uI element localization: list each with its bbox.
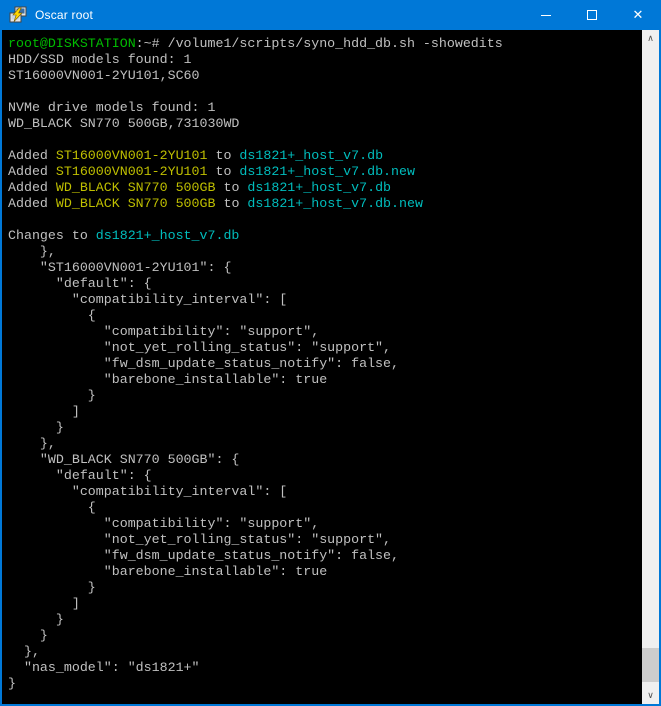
terminal-line: } [8,580,642,596]
scrollbar[interactable]: ∧ ∨ [642,30,659,704]
terminal-line: }, [8,436,642,452]
maximize-button[interactable] [569,0,615,30]
terminal-line: } [8,420,642,436]
terminal-line: NVMe drive models found: 1 [8,100,642,116]
terminal-line: root@DISKSTATION:~# /volume1/scripts/syn… [8,36,642,52]
terminal-line: "nas_model": "ds1821+" [8,660,642,676]
terminal-line: Added ST16000VN001-2YU101 to ds1821+_hos… [8,148,642,164]
putty-app-icon[interactable] [9,6,27,24]
terminal-line: "default": { [8,468,642,484]
scroll-down-button[interactable]: ∨ [642,687,659,704]
terminal-line: }, [8,244,642,260]
terminal-line [8,212,642,228]
terminal-line: "ST16000VN001-2YU101": { [8,260,642,276]
terminal-line: "barebone_installable": true [8,564,642,580]
chevron-down-icon: ∨ [647,691,654,701]
terminal-line: ] [8,596,642,612]
terminal-line: } [8,612,642,628]
terminal-line: { [8,308,642,324]
terminal-line [8,84,642,100]
terminal-line: "not_yet_rolling_status": "support", [8,532,642,548]
terminal-line: "compatibility_interval": [ [8,292,642,308]
scroll-up-button[interactable]: ∧ [642,30,659,47]
terminal-line: "compatibility": "support", [8,324,642,340]
chevron-up-icon: ∧ [647,34,654,44]
terminal-line: "barebone_installable": true [8,372,642,388]
terminal-line: Added WD_BLACK SN770 500GB to ds1821+_ho… [8,180,642,196]
window-title: Oscar root [35,8,523,22]
minimize-icon [541,15,551,16]
terminal-line: Added ST16000VN001-2YU101 to ds1821+_hos… [8,164,642,180]
terminal-line: WD_BLACK SN770 500GB,731030WD [8,116,642,132]
terminal-line: } [8,388,642,404]
terminal-line: Changes to ds1821+_host_v7.db [8,228,642,244]
terminal-line: "WD_BLACK SN770 500GB": { [8,452,642,468]
putty-window: Oscar root ✕ root@DISKSTATION:~# /volume… [0,0,661,706]
terminal-line: ] [8,404,642,420]
terminal-line: }, [8,644,642,660]
terminal-line: "compatibility_interval": [ [8,484,642,500]
title-bar[interactable]: Oscar root ✕ [0,0,661,30]
terminal-line: HDD/SSD models found: 1 [8,52,642,68]
terminal-line: "not_yet_rolling_status": "support", [8,340,642,356]
terminal-line: "fw_dsm_update_status_notify": false, [8,356,642,372]
terminal-line: "fw_dsm_update_status_notify": false, [8,548,642,564]
close-button[interactable]: ✕ [615,0,661,30]
close-icon: ✕ [633,9,644,22]
terminal-line: } [8,628,642,644]
terminal-line: { [8,500,642,516]
minimize-button[interactable] [523,0,569,30]
terminal-line: "default": { [8,276,642,292]
caption-buttons: ✕ [523,0,661,30]
terminal-line: } [8,676,642,692]
terminal-line: ST16000VN001-2YU101,SC60 [8,68,642,84]
scrollbar-thumb[interactable] [642,648,659,682]
maximize-icon [587,10,597,20]
terminal-line: Added WD_BLACK SN770 500GB to ds1821+_ho… [8,196,642,212]
terminal-line: "compatibility": "support", [8,516,642,532]
window-body: root@DISKSTATION:~# /volume1/scripts/syn… [0,30,661,706]
terminal-line [8,132,642,148]
terminal-output[interactable]: root@DISKSTATION:~# /volume1/scripts/syn… [2,30,642,704]
